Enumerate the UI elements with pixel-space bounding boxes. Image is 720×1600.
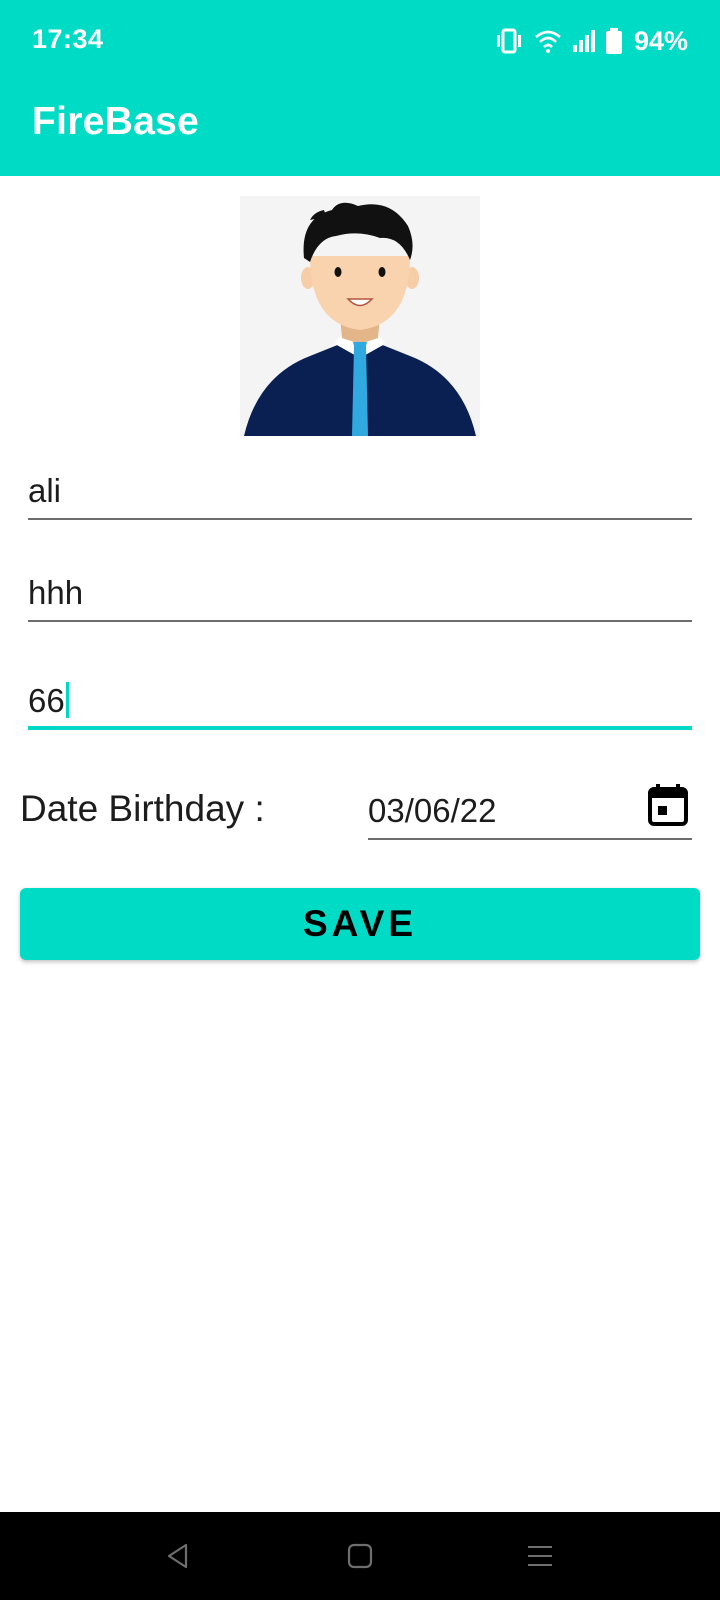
second-field-underline bbox=[28, 620, 692, 622]
date-birthday-label: Date Birthday : bbox=[20, 788, 265, 829]
user-avatar-illustration[interactable] bbox=[240, 196, 480, 436]
signal-icon bbox=[572, 30, 596, 52]
wifi-icon bbox=[534, 29, 562, 53]
recents-icon[interactable] bbox=[518, 1534, 562, 1578]
name-field[interactable]: ali bbox=[28, 456, 692, 520]
battery-icon bbox=[605, 28, 622, 54]
vibrate-icon bbox=[494, 28, 524, 54]
calendar-icon[interactable] bbox=[648, 784, 688, 826]
date-birthday-underline bbox=[368, 838, 692, 840]
third-field-underline bbox=[28, 726, 692, 730]
second-field[interactable]: hhh bbox=[28, 558, 692, 622]
date-birthday-value: 03/06/22 bbox=[368, 792, 497, 829]
third-field-value-wrap: 66 bbox=[28, 682, 69, 720]
back-icon[interactable] bbox=[156, 1534, 200, 1578]
status-icons: 94% bbox=[494, 24, 688, 58]
battery-percentage: 94% bbox=[633, 25, 688, 56]
home-icon[interactable] bbox=[338, 1534, 382, 1578]
third-field[interactable]: 66 bbox=[28, 666, 692, 730]
app-title: FireBase bbox=[32, 100, 200, 143]
date-birthday-field[interactable]: 03/06/22 bbox=[368, 780, 692, 840]
save-button[interactable]: SAVE bbox=[20, 888, 700, 960]
save-button-label: SAVE bbox=[302, 903, 417, 944]
name-field-underline bbox=[28, 518, 692, 520]
navigation-bar bbox=[0, 1512, 720, 1600]
text-cursor bbox=[65, 682, 69, 718]
third-field-value: 66 bbox=[28, 682, 65, 719]
status-time: 17:34 bbox=[32, 24, 104, 54]
second-field-value: hhh bbox=[28, 574, 84, 611]
app-header: 17:34 94% FireBase bbox=[0, 0, 720, 176]
name-field-value: ali bbox=[28, 472, 62, 509]
